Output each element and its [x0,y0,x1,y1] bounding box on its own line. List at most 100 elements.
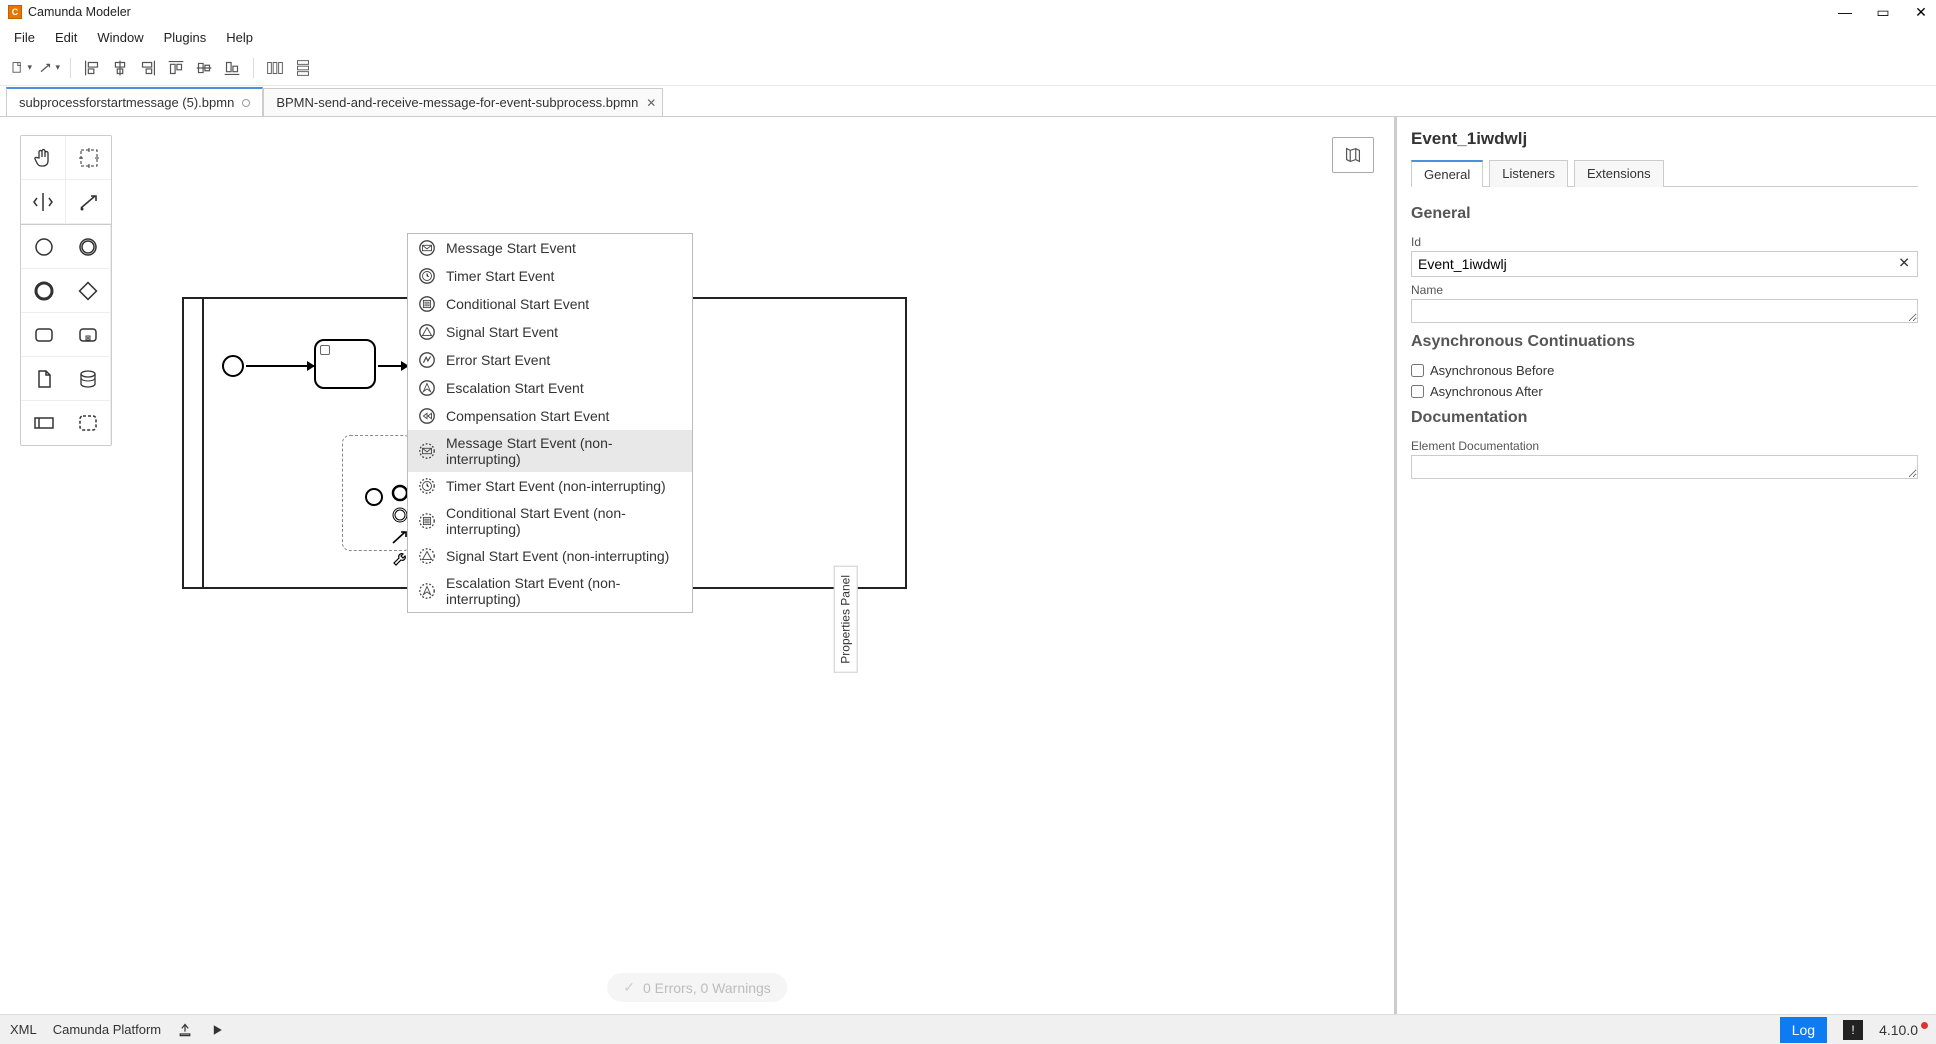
palette-task[interactable] [21,313,66,357]
properties-tabs: General Listeners Extensions [1411,159,1918,187]
event-menu-item-signal-start[interactable]: Signal Start Event [408,318,692,346]
palette-group[interactable] [66,401,111,445]
minimap-toggle[interactable] [1332,137,1374,173]
properties-tab-general[interactable]: General [1411,160,1483,187]
lint-status-text: 0 Errors, 0 Warnings [643,980,771,996]
event-type-menu: Message Start Event Timer Start Event Co… [407,233,693,613]
event-menu-item-message-start[interactable]: Message Start Event [408,234,692,262]
elem-doc-input[interactable] [1411,455,1918,479]
event-menu-item-escalation-start-ni[interactable]: Escalation Start Event (non-interrupting… [408,570,692,612]
diagram-start-event[interactable] [222,355,244,377]
properties-tab-listeners[interactable]: Listeners [1489,160,1568,187]
async-before-row[interactable]: Asynchronous Before [1411,363,1918,378]
tab-close-icon[interactable]: ✕ [646,96,656,110]
canvas-area[interactable]: Message Start Event Timer Start Event Co… [0,117,1394,1014]
log-button[interactable]: Log [1780,1017,1827,1043]
align-center-v-icon[interactable] [193,57,215,79]
event-menu-item-compensation-start[interactable]: Compensation Start Event [408,402,692,430]
toolbar [0,50,1936,86]
palette-lasso-tool[interactable] [66,136,111,180]
async-after-row[interactable]: Asynchronous After [1411,384,1918,399]
palette-participant[interactable] [21,401,66,445]
conditional-event-ni-icon [418,512,436,530]
file-tab-label: subprocessforstartmessage (5).bpmn [19,95,234,110]
palette-end-event[interactable] [21,269,66,313]
palette-data-store[interactable] [66,357,111,401]
palette-start-event[interactable] [21,225,66,269]
event-menu-item-message-start-ni[interactable]: Message Start Event (non-interrupting) [408,430,692,472]
palette-global-connect[interactable] [66,180,111,224]
toolbar-separator [70,58,71,78]
event-menu-item-error-start[interactable]: Error Start Event [408,346,692,374]
event-menu-label: Compensation Start Event [446,408,609,424]
event-menu-item-escalation-start[interactable]: Escalation Start Event [408,374,692,402]
sequence-flow[interactable] [246,365,314,367]
event-menu-item-timer-start-ni[interactable]: Timer Start Event (non-interrupting) [408,472,692,500]
name-label: Name [1411,283,1918,297]
align-top-icon[interactable] [165,57,187,79]
window-close-button[interactable]: ✕ [1914,5,1928,19]
clear-id-button[interactable]: ✕ [1898,255,1910,272]
palette-gateway[interactable] [66,269,111,313]
event-menu-label: Error Start Event [446,352,550,368]
menu-plugins[interactable]: Plugins [156,27,215,48]
file-tab[interactable]: BPMN-send-and-receive-message-for-event-… [263,88,663,116]
event-menu-item-timer-start[interactable]: Timer Start Event [408,262,692,290]
properties-tab-extensions[interactable]: Extensions [1574,160,1664,187]
xml-toggle[interactable]: XML [10,1022,37,1037]
signal-event-icon [418,323,436,341]
app-icon: C [8,5,22,19]
event-menu-item-conditional-start[interactable]: Conditional Start Event [408,290,692,318]
tool-deploy-button[interactable] [38,57,60,79]
bottom-bar: XML Camunda Platform Log ! 4.10.0 [0,1014,1936,1044]
name-input[interactable] [1411,299,1918,323]
distribute-h-icon[interactable] [264,57,286,79]
event-menu-label: Message Start Event [446,240,576,256]
distribute-v-icon[interactable] [292,57,314,79]
new-file-button[interactable] [10,57,32,79]
menu-window[interactable]: Window [89,27,151,48]
event-menu-item-conditional-start-ni[interactable]: Conditional Start Event (non-interruptin… [408,500,692,542]
menu-edit[interactable]: Edit [47,27,85,48]
tab-bar: subprocessforstartmessage (5).bpmn BPMN-… [0,86,1936,116]
menu-help[interactable]: Help [218,27,261,48]
platform-label[interactable]: Camunda Platform [53,1022,161,1037]
unsaved-indicator-icon [242,99,250,107]
elem-doc-label: Element Documentation [1411,439,1918,453]
id-label: Id [1411,235,1918,249]
align-left-icon[interactable] [81,57,103,79]
properties-panel-toggle[interactable]: Properties Panel [834,566,858,673]
file-tab[interactable]: subprocessforstartmessage (5).bpmn [6,87,263,116]
align-right-icon[interactable] [137,57,159,79]
signal-event-ni-icon [418,547,436,565]
warning-icon[interactable]: ! [1843,1020,1863,1040]
palette-space-tool[interactable] [21,180,66,224]
sequence-flow[interactable] [378,365,408,367]
align-center-h-icon[interactable] [109,57,131,79]
window-maximize-button[interactable]: ▭ [1876,5,1890,19]
diagram-subprocess-start-event[interactable] [365,488,383,506]
palette-hand-tool[interactable] [21,136,66,180]
palette-data-object[interactable] [21,357,66,401]
id-input[interactable] [1411,251,1918,277]
section-general-title: General [1411,205,1918,223]
section-async-title: Asynchronous Continuations [1411,333,1918,351]
diagram-task[interactable] [314,339,376,389]
palette-intermediate-event[interactable] [66,225,111,269]
element-heading: Event_1iwdwlj [1411,129,1918,149]
palette-subprocess[interactable] [66,313,111,357]
lint-status[interactable]: 0 Errors, 0 Warnings [607,973,787,1002]
async-after-checkbox[interactable] [1411,385,1424,398]
deploy-icon[interactable] [177,1022,193,1038]
menu-file[interactable]: File [6,27,43,48]
section-doc-title: Documentation [1411,409,1918,427]
check-icon [623,979,635,996]
event-menu-item-signal-start-ni[interactable]: Signal Start Event (non-interrupting) [408,542,692,570]
window-minimize-button[interactable]: — [1838,5,1852,19]
version-label[interactable]: 4.10.0 [1879,1022,1926,1038]
async-before-checkbox[interactable] [1411,364,1424,377]
escalation-event-ni-icon [418,582,436,600]
align-bottom-icon[interactable] [221,57,243,79]
timer-event-ni-icon [418,477,436,495]
run-icon[interactable] [209,1022,225,1038]
